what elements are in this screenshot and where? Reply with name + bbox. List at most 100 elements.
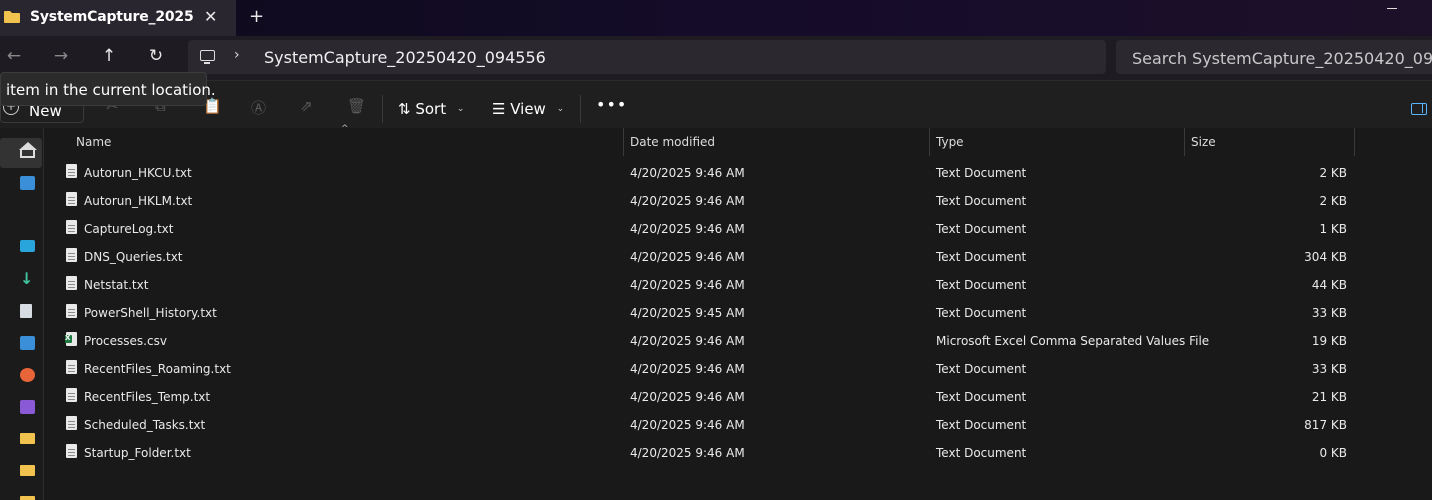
text-file-icon [66,276,77,290]
download-icon[interactable]: ↓ [20,271,35,287]
file-type: Text Document [936,390,1027,404]
share-icon[interactable]: ⇗ [300,97,313,115]
text-file-icon [66,388,77,402]
documents-icon[interactable] [20,304,32,318]
back-button[interactable]: ← [2,46,26,66]
column-size[interactable]: Size [1191,135,1216,149]
column-divider[interactable] [623,128,624,156]
file-type: Text Document [936,278,1027,292]
file-size: 817 KB [1304,418,1347,432]
text-file-icon [66,248,77,262]
search-placeholder: Search SystemCapture_20250420_094556 [1132,49,1432,68]
file-row[interactable]: DNS_Queries.txt 4/20/2025 9:46 AM Text Doc… [45,242,1432,270]
file-name[interactable]: PowerShell_History.txt [84,306,217,320]
desktop-icon[interactable] [20,240,35,252]
file-type: Text Document [936,194,1027,208]
view-button[interactable]: ☰ View ⌄ [492,100,564,118]
pictures-icon[interactable] [20,336,35,350]
column-header: ^ Name Date modified Type Size [45,124,1432,156]
folder-icon[interactable] [20,433,35,444]
tab-title: SystemCapture_202504 [30,9,194,25]
file-name[interactable]: Netstat.txt [84,278,148,292]
forward-button[interactable]: → [49,46,73,66]
file-name[interactable]: CaptureLog.txt [84,222,173,236]
file-date: 4/20/2025 9:46 AM [630,222,745,236]
sort-icon: ⇅ [398,100,411,118]
home-icon[interactable] [19,142,37,158]
column-name[interactable]: Name [76,135,111,149]
view-button-label: View [510,100,546,118]
text-file-icon [66,192,77,206]
column-date-modified[interactable]: Date modified [630,135,715,149]
file-type: Text Document [936,446,1027,460]
file-name[interactable]: Processes.csv [84,334,167,348]
file-name[interactable]: DNS_Queries.txt [84,250,183,264]
file-date: 4/20/2025 9:46 AM [630,334,745,348]
column-type[interactable]: Type [936,135,964,149]
videos-icon[interactable] [20,400,35,414]
file-row[interactable]: Netstat.txt 4/20/2025 9:46 AM Text Documen… [45,270,1432,298]
minimize-icon[interactable] [1387,8,1397,9]
delete-icon[interactable]: 🗑 [347,97,366,115]
file-row[interactable]: X Processes.csv 4/20/2025 9:46 AM Microsoft… [45,326,1432,354]
column-divider[interactable] [929,128,930,156]
folder-icon[interactable] [20,465,35,476]
up-button[interactable]: ↑ [97,46,121,66]
details-pane-icon[interactable] [1411,103,1427,115]
music-icon[interactable] [20,368,35,382]
file-name[interactable]: RecentFiles_Roaming.txt [84,362,231,376]
toolbar-divider [382,95,383,123]
sort-button[interactable]: ⇅ Sort ⌄ [398,100,464,118]
file-size: 0 KB [1319,446,1347,460]
file-date: 4/20/2025 9:46 AM [630,166,745,180]
column-divider[interactable] [1354,128,1355,156]
view-icon: ☰ [492,100,506,118]
more-options-button[interactable]: ••• [596,95,627,114]
navigation-pane: ↓ [0,128,44,500]
file-list: Autorun_HKCU.txt 4/20/2025 9:46 AM Text Do… [45,158,1432,466]
sort-button-label: Sort [415,100,447,118]
close-tab-icon[interactable]: ✕ [204,7,217,26]
file-name[interactable]: Scheduled_Tasks.txt [84,418,205,432]
file-name[interactable]: Autorun_HKCU.txt [84,166,192,180]
gallery-icon[interactable] [20,176,35,190]
chevron-down-icon: ⌄ [456,104,465,114]
file-date: 4/20/2025 9:46 AM [630,446,745,460]
file-row[interactable]: Autorun_HKCU.txt 4/20/2025 9:46 AM Text Do… [45,158,1432,186]
column-divider[interactable] [1184,128,1185,156]
refresh-button[interactable]: ↻ [144,46,168,66]
file-name[interactable]: Startup_Folder.txt [84,446,191,460]
address-path[interactable]: SystemCapture_20250420_094556 [264,48,546,67]
rename-icon[interactable]: Ⓐ [251,97,266,118]
file-type: Text Document [936,166,1027,180]
file-row[interactable]: Autorun_HKLM.txt 4/20/2025 9:46 AM Text Do… [45,186,1432,214]
file-row[interactable]: PowerShell_History.txt 4/20/2025 9:45 AM T… [45,298,1432,326]
title-bar: SystemCapture_202504 ✕ + [0,0,1432,36]
file-size: 21 KB [1311,390,1347,404]
file-name[interactable]: Autorun_HKLM.txt [84,194,192,208]
file-date: 4/20/2025 9:46 AM [630,390,745,404]
file-type: Text Document [936,418,1027,432]
file-row[interactable]: RecentFiles_Roaming.txt 4/20/2025 9:46 AM… [45,354,1432,382]
file-date: 4/20/2025 9:46 AM [630,278,745,292]
folder-icon[interactable] [20,496,35,500]
file-date: 4/20/2025 9:46 AM [630,194,745,208]
file-name[interactable]: RecentFiles_Temp.txt [84,390,210,404]
file-type: Text Document [936,222,1027,236]
new-tab-button[interactable]: + [249,6,264,27]
pc-icon[interactable] [200,50,215,64]
text-file-icon [66,360,77,374]
chevron-down-icon: ⌄ [556,104,565,114]
file-row[interactable]: RecentFiles_Temp.txt 4/20/2025 9:46 AM Tex… [45,382,1432,410]
file-size: 2 KB [1319,194,1347,208]
text-file-icon [66,444,77,458]
search-input[interactable]: Search SystemCapture_20250420_094556 [1116,40,1432,74]
chevron-right-icon[interactable]: › [234,47,240,63]
file-row[interactable]: Scheduled_Tasks.txt 4/20/2025 9:46 AM Text… [45,410,1432,438]
file-row[interactable]: CaptureLog.txt 4/20/2025 9:46 AM Text Docu… [45,214,1432,242]
tab-systemcapture[interactable]: SystemCapture_202504 ✕ [0,0,236,36]
text-file-icon [66,416,77,430]
file-row[interactable]: Startup_Folder.txt 4/20/2025 9:46 AM Text … [45,438,1432,466]
tooltip: item in the current location. [0,72,216,106]
file-size: 19 KB [1311,334,1347,348]
